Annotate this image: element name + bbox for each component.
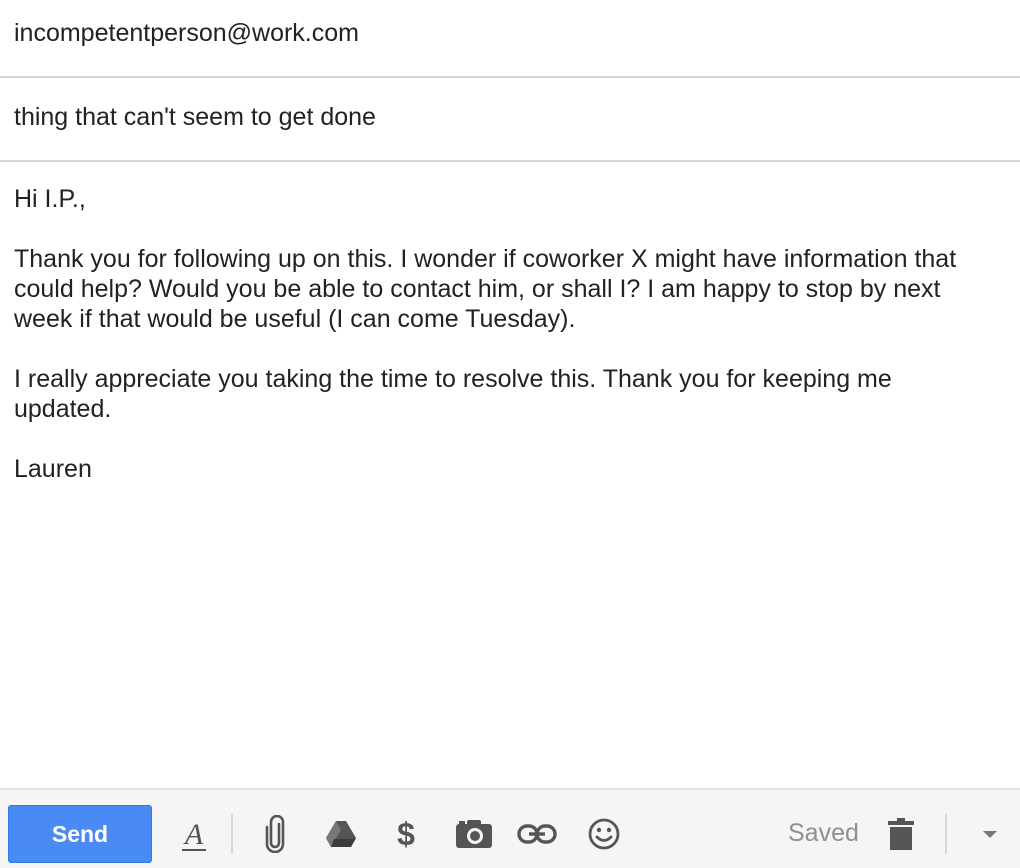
more-options-icon[interactable] <box>976 812 1004 856</box>
body-line: week if that would be useful (I can come… <box>14 305 576 333</box>
formatting-icon[interactable]: A <box>178 812 210 856</box>
link-icon[interactable] <box>516 812 558 856</box>
body-line: could help? Would you be able to contact… <box>14 275 941 303</box>
svg-text:$: $ <box>397 816 415 852</box>
svg-text:A: A <box>183 818 204 851</box>
body-greeting: Hi I.P., <box>14 185 86 213</box>
subject-text: thing that can't seem to get done <box>14 103 376 131</box>
to-field[interactable]: incompetentperson@work.com <box>0 0 1020 78</box>
body-line: I really appreciate you taking the time … <box>14 365 892 393</box>
toolbar-separator <box>945 814 947 854</box>
body-line: updated. <box>14 395 112 423</box>
camera-icon[interactable] <box>454 812 494 856</box>
subject-field[interactable]: thing that can't seem to get done <box>0 78 1020 162</box>
emoji-icon[interactable] <box>586 812 622 856</box>
body-signature: Lauren <box>14 455 92 483</box>
message-body[interactable]: Hi I.P., Thank you for following up on t… <box>14 184 1009 484</box>
body-line: Thank you for following up on this. I wo… <box>14 245 957 273</box>
dollar-icon[interactable]: $ <box>390 812 422 856</box>
attach-icon[interactable] <box>260 812 290 856</box>
trash-icon[interactable] <box>884 812 918 856</box>
toolbar-separator <box>231 814 233 854</box>
to-recipient: incompetentperson@work.com <box>14 19 359 47</box>
send-button[interactable]: Send <box>8 805 152 863</box>
drive-icon[interactable] <box>322 812 360 856</box>
compose-toolbar: Send A $ Saved <box>0 788 1020 868</box>
save-status: Saved <box>788 819 859 847</box>
